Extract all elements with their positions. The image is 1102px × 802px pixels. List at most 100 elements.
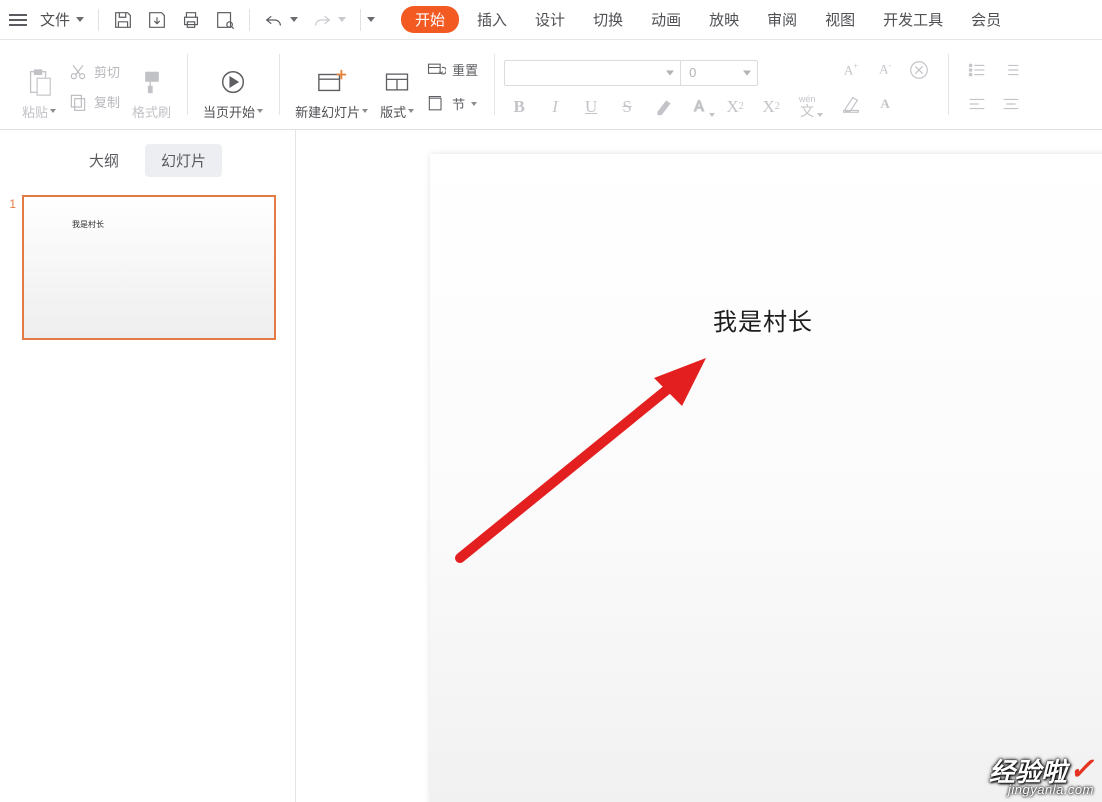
- side-panel-tabs: 大纲 幻灯片: [0, 130, 295, 187]
- tab-animation[interactable]: 动画: [641, 5, 691, 34]
- chevron-down-icon: [50, 109, 56, 113]
- font-size-select[interactable]: 0: [680, 60, 758, 86]
- superscript-button[interactable]: X2: [720, 94, 750, 120]
- text-effects-button[interactable]: A: [870, 89, 900, 119]
- undo-icon[interactable]: [258, 4, 290, 36]
- tab-member[interactable]: 会员: [961, 5, 1011, 34]
- format-painter-icon: [136, 66, 168, 98]
- quick-access-customize-caret[interactable]: [367, 17, 375, 22]
- cut-label: 剪切: [94, 62, 120, 81]
- chevron-down-icon: [76, 17, 84, 22]
- bullets-button[interactable]: [962, 55, 992, 85]
- chevron-down-icon: [817, 113, 823, 117]
- print-icon[interactable]: [175, 4, 207, 36]
- slide-thumbnail-1[interactable]: 我是村长: [22, 195, 276, 340]
- tab-slideshow[interactable]: 放映: [699, 5, 749, 34]
- play-icon: [217, 66, 249, 98]
- copy-button[interactable]: 复制: [66, 90, 122, 114]
- font-family-select[interactable]: [504, 60, 680, 86]
- chevron-down-icon: [709, 113, 715, 117]
- slide-thumbnails[interactable]: 1 我是村长: [0, 187, 295, 802]
- layout-label: 版式: [380, 102, 406, 121]
- underline-button[interactable]: U: [576, 94, 606, 120]
- paste-button[interactable]: 粘贴: [16, 49, 62, 125]
- file-menu-label: 文件: [40, 9, 70, 30]
- chevron-down-icon: [362, 109, 368, 113]
- layout-icon: [381, 66, 413, 98]
- format-painter-button[interactable]: 格式刷: [126, 49, 177, 125]
- char-shading-button[interactable]: [836, 89, 866, 119]
- reset-button[interactable]: 重置: [424, 58, 480, 82]
- chevron-down-icon: [257, 109, 263, 113]
- annotation-arrow-icon: [454, 354, 714, 564]
- new-slide-button[interactable]: 新建幻灯片: [289, 49, 374, 125]
- section-label: 节: [452, 94, 465, 113]
- decrease-font-button[interactable]: A-: [870, 55, 900, 85]
- group-slides: 新建幻灯片 版式 重置 节: [279, 44, 494, 129]
- increase-font-button[interactable]: A+: [836, 55, 866, 85]
- redo-history-caret[interactable]: [338, 17, 346, 22]
- slide[interactable]: 我是村长: [430, 154, 1102, 802]
- italic-button[interactable]: I: [540, 94, 570, 120]
- group-clipboard: 粘贴 剪切 复制 格式刷: [6, 44, 187, 129]
- chevron-down-icon: [743, 70, 751, 75]
- tab-start[interactable]: 开始: [401, 6, 459, 33]
- new-slide-icon: [316, 66, 348, 98]
- copy-label: 复制: [94, 92, 120, 111]
- paste-label: 粘贴: [22, 102, 48, 121]
- align-center-button[interactable]: [996, 89, 1026, 119]
- chevron-down-icon: [408, 109, 414, 113]
- numbering-button[interactable]: [996, 55, 1026, 85]
- new-slide-label: 新建幻灯片: [295, 102, 360, 121]
- format-painter-label: 格式刷: [132, 102, 171, 121]
- undo-history-caret[interactable]: [290, 17, 298, 22]
- section-button[interactable]: 节: [424, 92, 480, 116]
- align-left-button[interactable]: [962, 89, 992, 119]
- group-font: 0 B I U S X2 X2 wén文 A+ A-: [494, 44, 948, 129]
- outline-tab[interactable]: 大纲: [73, 144, 135, 177]
- separator: [360, 9, 361, 31]
- hamburger-menu-icon[interactable]: [6, 8, 30, 32]
- slides-tab[interactable]: 幻灯片: [145, 144, 222, 177]
- cut-button[interactable]: 剪切: [66, 60, 122, 84]
- font-color-button[interactable]: [684, 94, 714, 120]
- redo-icon[interactable]: [306, 4, 338, 36]
- strike-label: S: [622, 97, 631, 117]
- chevron-down-icon: [471, 102, 477, 106]
- thumbnail-row: 1 我是村长: [4, 195, 285, 340]
- slide-text[interactable]: 我是村长: [713, 302, 813, 337]
- slide-canvas[interactable]: 我是村长 经验啦✓ jingyanla.com: [296, 130, 1102, 802]
- separator: [98, 9, 99, 31]
- bold-button[interactable]: B: [504, 94, 534, 120]
- highlight-button[interactable]: [648, 94, 678, 120]
- menubar: 文件 开始 插入 设计 切换 动画 放映 审阅 视图 开发工具 会员: [0, 0, 1102, 40]
- print-preview-icon[interactable]: [209, 4, 241, 36]
- from-current-label: 当页开始: [203, 102, 255, 121]
- tab-view[interactable]: 视图: [815, 5, 865, 34]
- strikethrough-button[interactable]: S: [612, 94, 642, 120]
- separator: [249, 9, 250, 31]
- group-slideshow: 当页开始: [187, 44, 279, 129]
- subscript-button[interactable]: X2: [756, 94, 786, 120]
- slide-panel: 大纲 幻灯片 1 我是村长: [0, 130, 296, 802]
- paste-icon: [23, 66, 55, 98]
- ribbon-tabs: 开始 插入 设计 切换 动画 放映 审阅 视图 开发工具 会员: [401, 5, 999, 34]
- file-menu[interactable]: 文件: [34, 5, 90, 34]
- save-as-icon[interactable]: [141, 4, 173, 36]
- tab-transition[interactable]: 切换: [583, 5, 633, 34]
- chevron-down-icon: [666, 70, 674, 75]
- tab-design[interactable]: 设计: [525, 5, 575, 34]
- save-icon[interactable]: [107, 4, 139, 36]
- layout-button[interactable]: 版式: [374, 49, 420, 125]
- font-size-value: 0: [689, 65, 696, 80]
- clear-format-button[interactable]: [904, 55, 934, 85]
- thumbnail-number: 1: [4, 195, 16, 211]
- group-paragraph: [948, 44, 1030, 129]
- from-current-button[interactable]: 当页开始: [197, 49, 269, 125]
- body-area: 大纲 幻灯片 1 我是村长 我是村长 经验啦✓: [0, 130, 1102, 802]
- tab-insert[interactable]: 插入: [467, 5, 517, 34]
- thumbnail-text: 我是村长: [72, 219, 104, 230]
- tab-devtools[interactable]: 开发工具: [873, 5, 953, 34]
- tab-review[interactable]: 审阅: [757, 5, 807, 34]
- phonetic-guide-button[interactable]: wén文: [792, 94, 822, 120]
